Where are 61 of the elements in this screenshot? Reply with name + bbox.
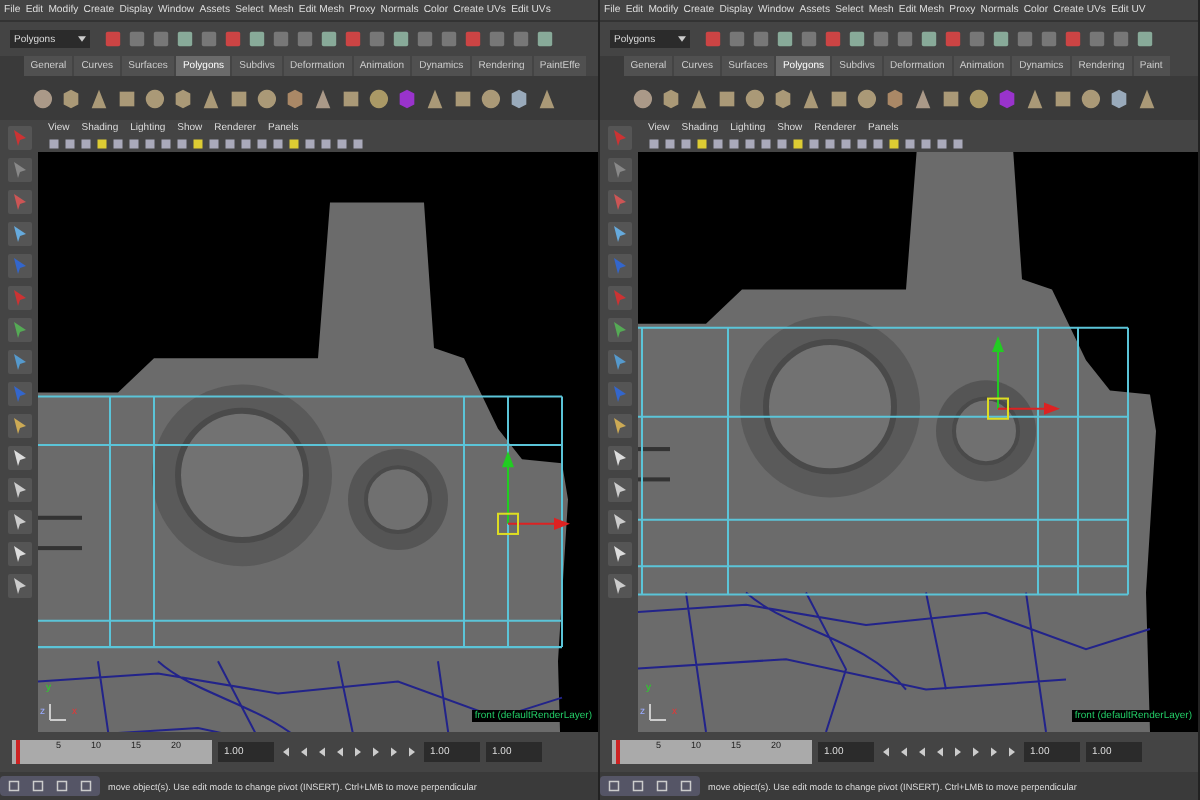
- shelf-tool-icon[interactable]: [144, 87, 166, 109]
- shelf-tool-icon[interactable]: [1080, 87, 1102, 109]
- shelf-tool-icon[interactable]: [744, 87, 766, 109]
- shelf-tool-icon[interactable]: [828, 87, 850, 109]
- shelf-tool-icon[interactable]: [340, 87, 362, 109]
- caret-icon: [678, 36, 686, 42]
- shelf-tool-icon[interactable]: [1024, 87, 1046, 109]
- tool-icon[interactable]: [607, 542, 631, 566]
- shelf-tool-icon[interactable]: [480, 87, 502, 109]
- tool-icon[interactable]: [7, 446, 31, 470]
- playhead-marker[interactable]: [16, 740, 20, 764]
- shelf-tool-icon[interactable]: [452, 87, 474, 109]
- shelf-tool-icon[interactable]: [940, 87, 962, 109]
- shelf-tool-icon[interactable]: [228, 87, 250, 109]
- axis-gizmo-icon: [46, 700, 70, 724]
- shelf-tool-icon[interactable]: [884, 87, 906, 109]
- shelf-tool-icon[interactable]: [256, 87, 278, 109]
- tool-icon[interactable]: [7, 478, 31, 502]
- shelf-tool-icon[interactable]: [284, 87, 306, 109]
- tool-icon[interactable]: [607, 318, 631, 342]
- shelf-tool-icon[interactable]: [424, 87, 446, 109]
- tool-icon[interactable]: [607, 414, 631, 438]
- tool-icon[interactable]: [7, 222, 31, 246]
- playhead-marker[interactable]: [616, 740, 620, 764]
- tool-icon[interactable]: [607, 510, 631, 534]
- tool-icon[interactable]: [607, 574, 631, 598]
- shelf-tool-icon[interactable]: [508, 87, 530, 109]
- tool-icon[interactable]: [607, 222, 631, 246]
- shelf-tool-icon[interactable]: [172, 87, 194, 109]
- shelf-tool-icon[interactable]: [856, 87, 878, 109]
- shelf-tool-icon[interactable]: [772, 87, 794, 109]
- shelf-tool-icon[interactable]: [200, 87, 222, 109]
- caret-icon: [78, 36, 86, 42]
- shelf-tool-icon[interactable]: [800, 87, 822, 109]
- tool-icon[interactable]: [607, 478, 631, 502]
- tool-icon[interactable]: [7, 510, 31, 534]
- move-manipulator-icon[interactable]: [497, 451, 570, 535]
- shelf-tool-icon[interactable]: [660, 87, 682, 109]
- tool-icon[interactable]: [7, 542, 31, 566]
- shelf-tool-icon[interactable]: [1136, 87, 1158, 109]
- tool-icon[interactable]: [607, 350, 631, 374]
- tool-icon[interactable]: [7, 318, 31, 342]
- tool-icon[interactable]: [607, 446, 631, 470]
- shelf-tool-icon[interactable]: [912, 87, 934, 109]
- shelf-tool-icon[interactable]: [536, 87, 558, 109]
- shelf-tool-icon[interactable]: [312, 87, 334, 109]
- tool-icon[interactable]: [7, 574, 31, 598]
- tool-icon[interactable]: [7, 350, 31, 374]
- axis-gizmo-icon: [646, 700, 670, 724]
- shelf-tool-icon[interactable]: [88, 87, 110, 109]
- shelf-tool-icon[interactable]: [60, 87, 82, 109]
- shelf-tool-icon[interactable]: [1108, 87, 1130, 109]
- shelf-tool-icon[interactable]: [716, 87, 738, 109]
- shelf-tool-icon[interactable]: [688, 87, 710, 109]
- shelf-tool-icon[interactable]: [368, 87, 390, 109]
- shelf-tool-icon[interactable]: [1052, 87, 1074, 109]
- tool-icon[interactable]: [7, 414, 31, 438]
- shelf-tool-icon[interactable]: [32, 87, 54, 109]
- shelf-tool-icon[interactable]: [116, 87, 138, 109]
- shelf-tool-icon[interactable]: [968, 87, 990, 109]
- shelf-tool-icon[interactable]: [632, 87, 654, 109]
